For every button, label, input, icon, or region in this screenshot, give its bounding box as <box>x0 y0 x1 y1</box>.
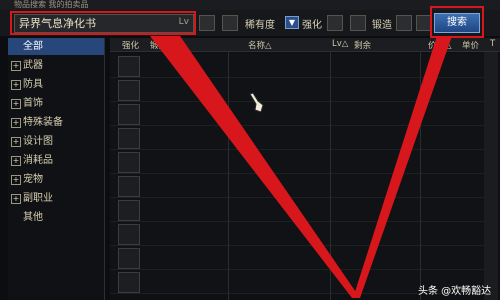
hand-cursor-icon <box>249 92 264 113</box>
red-arrow-right <box>353 36 452 298</box>
watermark: 头条 @欢畅豁达 <box>418 286 492 297</box>
red-arrow-left <box>150 36 360 298</box>
annotation-arrows <box>150 36 452 298</box>
